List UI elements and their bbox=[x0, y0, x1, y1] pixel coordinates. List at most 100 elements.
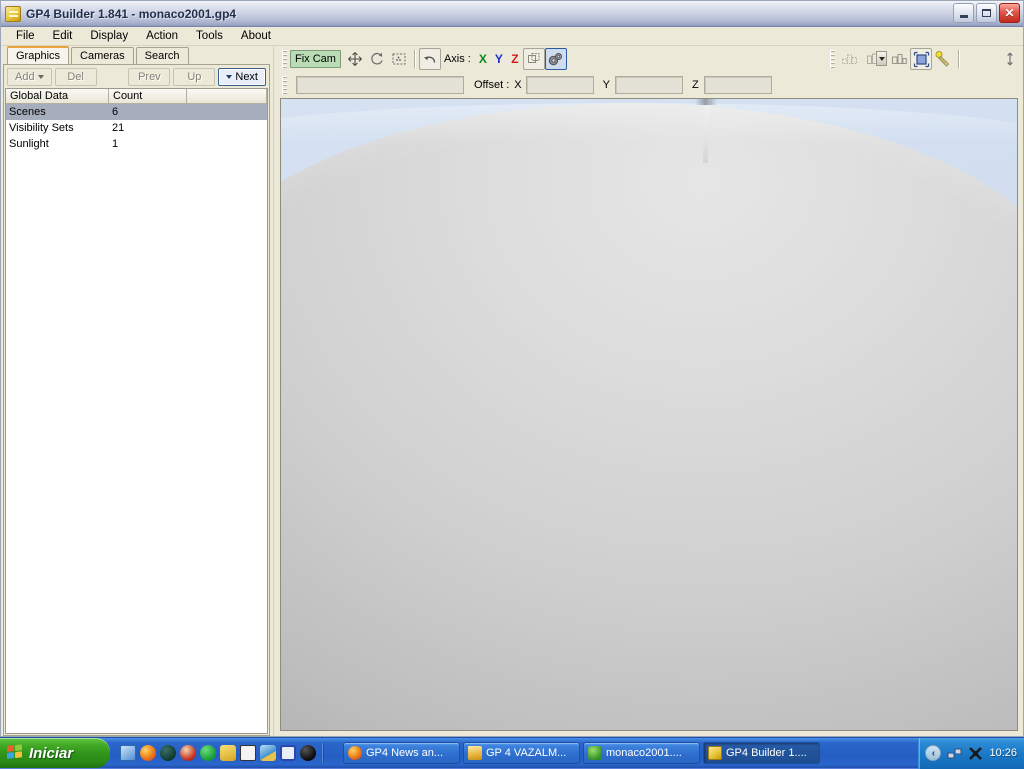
chevron-down-icon[interactable] bbox=[876, 51, 887, 66]
fix-cam-button[interactable]: Fix Cam bbox=[290, 50, 341, 68]
object-name-input[interactable] bbox=[296, 76, 464, 94]
taskbar-clock[interactable]: 10:26 bbox=[989, 747, 1017, 759]
column-header-extra[interactable] bbox=[187, 89, 267, 103]
netscape-icon[interactable] bbox=[160, 745, 176, 761]
align-right-icon[interactable] bbox=[888, 48, 910, 70]
network-connection-icon[interactable] bbox=[947, 746, 962, 761]
paint-icon[interactable] bbox=[220, 745, 236, 761]
title-bar: GP4 Builder 1.841 - monaco2001.gp4 ✕ bbox=[1, 1, 1023, 27]
row-name: Scenes bbox=[6, 106, 109, 118]
task-button-gp4-folder[interactable]: GP 4 VAZALM... bbox=[463, 742, 580, 764]
marquee-select-icon[interactable] bbox=[388, 48, 410, 70]
global-data-list[interactable]: Global Data Count Scenes 6 Visibility Se… bbox=[5, 88, 268, 734]
panel-button-row: Add Del Prev Up Next bbox=[4, 65, 269, 88]
tab-graphics[interactable]: Graphics bbox=[7, 46, 69, 64]
maximize-restore-button[interactable] bbox=[976, 3, 997, 23]
windows-flag-icon bbox=[7, 744, 24, 762]
undo-arrow-icon[interactable] bbox=[419, 48, 441, 70]
msn-messenger-icon[interactable] bbox=[260, 745, 276, 761]
align-objects-icon[interactable] bbox=[838, 48, 860, 70]
quick-launch-separator bbox=[322, 743, 323, 763]
firefox-icon[interactable] bbox=[140, 745, 156, 761]
window-controls: ✕ bbox=[953, 3, 1020, 23]
axis-label: Axis : bbox=[444, 53, 471, 65]
tab-strip: Graphics Cameras Search bbox=[3, 46, 273, 64]
toolbar-grip[interactable] bbox=[282, 50, 287, 68]
vertical-flip-icon[interactable] bbox=[999, 48, 1021, 70]
tab-cameras[interactable]: Cameras bbox=[71, 47, 134, 64]
task-button-monaco2001[interactable]: monaco2001.... bbox=[583, 742, 700, 764]
opera-icon[interactable] bbox=[180, 745, 196, 761]
row-count: 1 bbox=[109, 138, 187, 150]
gears-settings-icon[interactable] bbox=[545, 48, 567, 70]
utorrent-icon[interactable] bbox=[200, 745, 216, 761]
menu-tools[interactable]: Tools bbox=[187, 28, 232, 44]
system-tray: ‹ 10:26 bbox=[918, 738, 1024, 769]
antivirus-icon[interactable] bbox=[968, 746, 983, 761]
measure-pencil-icon[interactable] bbox=[932, 48, 954, 70]
column-header-count[interactable]: Count bbox=[109, 89, 187, 103]
rotate-tool-icon[interactable] bbox=[366, 48, 388, 70]
row-count: 21 bbox=[109, 122, 187, 134]
gp4-builder-icon bbox=[708, 746, 722, 760]
column-header-global-data[interactable]: Global Data bbox=[6, 89, 109, 103]
task-buttons: GP4 News an... GP 4 VAZALM... monaco2001… bbox=[331, 742, 918, 764]
3d-model-body bbox=[280, 103, 1018, 731]
black-sphere-icon[interactable] bbox=[300, 745, 316, 761]
toolbar-grip-right[interactable] bbox=[830, 50, 835, 68]
distribute-objects-icon[interactable] bbox=[860, 48, 888, 70]
gp4-builder-icon bbox=[5, 6, 21, 22]
firefox-icon bbox=[348, 746, 362, 760]
quicktime-icon[interactable] bbox=[280, 745, 296, 761]
table-row[interactable]: Sunlight 1 bbox=[6, 136, 267, 152]
row-count: 6 bbox=[109, 106, 187, 118]
delete-button[interactable]: Del bbox=[55, 68, 97, 86]
task-button-label: GP 4 VAZALM... bbox=[486, 747, 566, 759]
task-button-gp4-builder[interactable]: GP4 Builder 1.... bbox=[703, 742, 820, 764]
offset-y-input[interactable] bbox=[615, 76, 683, 94]
next-button-label: Next bbox=[235, 71, 258, 83]
axis-y-button[interactable]: Y bbox=[491, 50, 507, 68]
tab-search[interactable]: Search bbox=[136, 47, 189, 64]
frame-selection-icon[interactable] bbox=[910, 48, 932, 70]
menu-edit[interactable]: Edit bbox=[44, 28, 82, 44]
left-panel: Graphics Cameras Search Add Del Prev Up bbox=[1, 46, 273, 736]
axis-z-button[interactable]: Z bbox=[507, 50, 523, 68]
window-title: GP4 Builder 1.841 - monaco2001.gp4 bbox=[26, 7, 236, 21]
tv-icon[interactable] bbox=[240, 745, 256, 761]
menu-display[interactable]: Display bbox=[81, 28, 137, 44]
application-window: GP4 Builder 1.841 - monaco2001.gp4 ✕ Fil… bbox=[0, 0, 1024, 737]
start-button[interactable]: Iniciar bbox=[0, 738, 110, 768]
duplicate-icon[interactable] bbox=[523, 48, 545, 70]
offset-x-input[interactable] bbox=[526, 76, 594, 94]
offset-z-input[interactable] bbox=[704, 76, 772, 94]
main-toolbar: Fix Cam bbox=[278, 46, 1023, 72]
offset-toolbar-grip[interactable] bbox=[282, 76, 287, 94]
task-button-gp4-news[interactable]: GP4 News an... bbox=[343, 742, 460, 764]
work-area: Graphics Cameras Search Add Del Prev Up bbox=[1, 46, 1023, 736]
table-row[interactable]: Scenes 6 bbox=[6, 104, 267, 120]
task-button-label: monaco2001.... bbox=[606, 747, 682, 759]
menu-about[interactable]: About bbox=[232, 28, 280, 44]
minimize-button[interactable] bbox=[953, 3, 974, 23]
menu-file[interactable]: File bbox=[7, 28, 44, 44]
list-header-row: Global Data Count bbox=[6, 89, 267, 104]
up-button[interactable]: Up bbox=[173, 68, 215, 86]
show-desktop-icon[interactable] bbox=[120, 745, 136, 761]
folder-icon bbox=[468, 746, 482, 760]
tray-expand-chevron-icon[interactable]: ‹ bbox=[925, 745, 941, 761]
3d-viewport[interactable] bbox=[280, 98, 1018, 731]
prev-button[interactable]: Prev bbox=[128, 68, 170, 86]
start-button-label: Iniciar bbox=[29, 745, 73, 762]
table-row[interactable]: Visibility Sets 21 bbox=[6, 120, 267, 136]
close-button[interactable]: ✕ bbox=[999, 3, 1020, 23]
menu-action[interactable]: Action bbox=[137, 28, 187, 44]
move-tool-icon[interactable] bbox=[344, 48, 366, 70]
row-name: Sunlight bbox=[6, 138, 109, 150]
right-side: Fix Cam bbox=[278, 46, 1023, 736]
axis-x-button[interactable]: X bbox=[475, 50, 491, 68]
offset-x-label: X bbox=[514, 79, 521, 91]
add-button[interactable]: Add bbox=[7, 68, 52, 86]
toolbar-separator-2 bbox=[958, 50, 959, 68]
next-button[interactable]: Next bbox=[218, 68, 266, 86]
